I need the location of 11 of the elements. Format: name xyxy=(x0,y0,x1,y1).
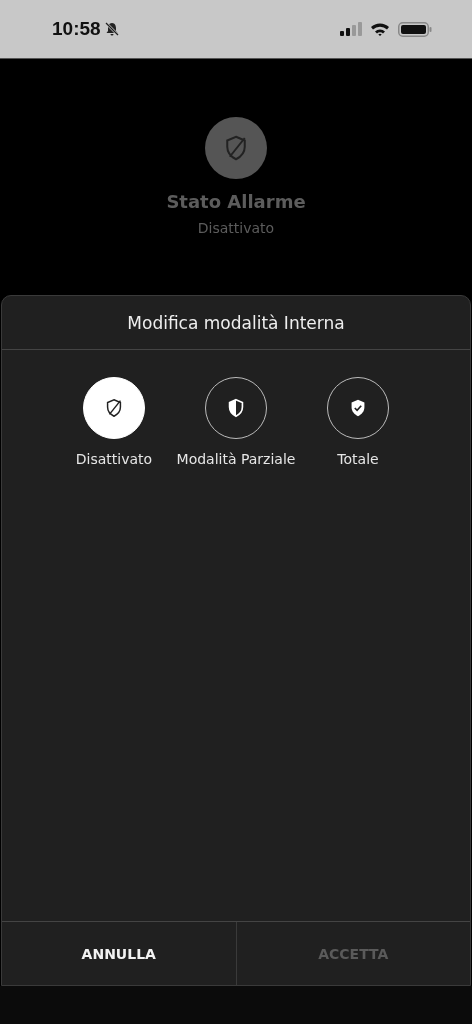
clock: 10:58 xyxy=(52,18,101,40)
battery-icon xyxy=(398,21,432,37)
alarm-title: Stato Allarme xyxy=(166,191,306,212)
mode-label: Disattivato xyxy=(75,451,153,467)
mode-label: Modalità Parziale xyxy=(176,451,296,467)
alarm-state: Disattivato xyxy=(197,220,275,236)
sheet-title: Modifica modalità Interna xyxy=(127,312,345,333)
mode-label: Totale xyxy=(337,451,379,467)
wifi-icon xyxy=(370,22,390,36)
cancel-button[interactable]: ANNULLA xyxy=(2,922,236,985)
signal-icon xyxy=(340,22,362,36)
